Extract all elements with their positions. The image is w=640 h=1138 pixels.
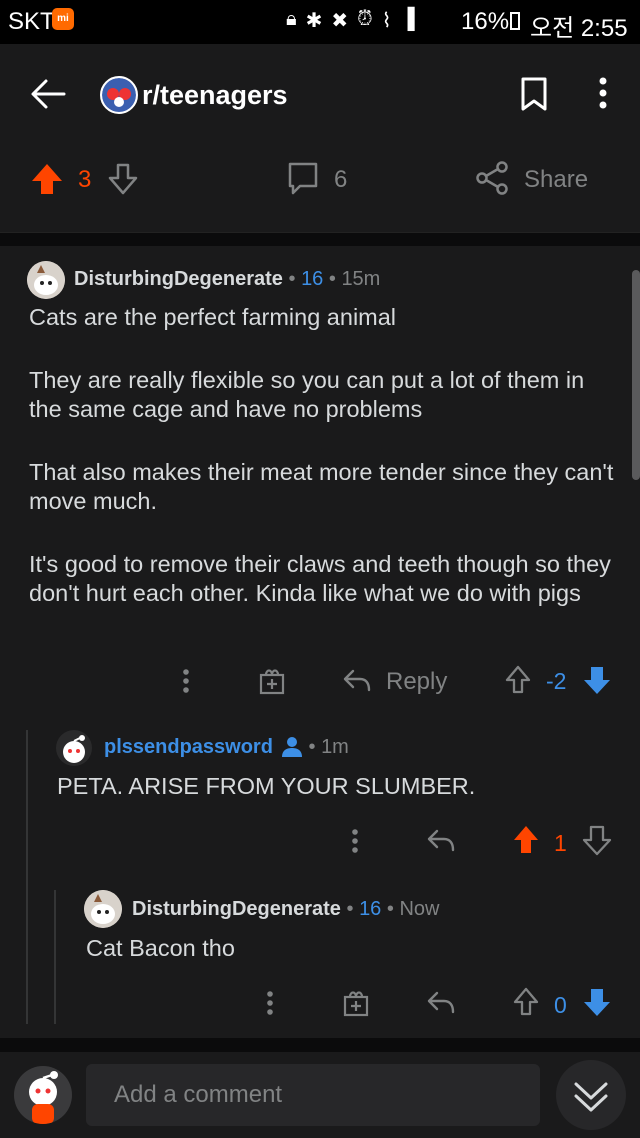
- status-bar: SKT mi 🔒︎ ✱ ✖ ⏰︎ ⌇ ▐ 16% 오전 2:55: [0, 0, 640, 44]
- upvote-icon[interactable]: [504, 664, 532, 696]
- lock-icon: 🔒︎: [286, 8, 297, 30]
- comment-input[interactable]: Add a comment: [86, 1064, 540, 1126]
- comment-paragraph: That also makes their meat more tender s…: [29, 458, 614, 515]
- alarm-icon: ⏰︎: [357, 8, 373, 30]
- comment-body: Cats are the perfect farming animal They…: [29, 303, 621, 642]
- user-flair: 16: [301, 268, 324, 290]
- reply-icon[interactable]: [426, 828, 456, 854]
- comment-paragraph: They are really flexible so you can put …: [29, 366, 585, 423]
- upvote-icon[interactable]: [512, 986, 540, 1018]
- app-header: r/teenagers: [0, 44, 640, 146]
- comment-score: -2: [546, 668, 567, 694]
- battery-icon: [510, 12, 520, 30]
- comment-bar: Add a comment: [0, 1052, 640, 1138]
- award-icon[interactable]: [258, 666, 286, 696]
- upvote-icon[interactable]: [30, 162, 64, 196]
- more-options-icon[interactable]: [182, 668, 190, 694]
- battery-percent: 16%: [461, 8, 510, 35]
- downvote-icon[interactable]: [582, 986, 612, 1018]
- status-icons: 🔒︎ ✱ ✖ ⏰︎ ⌇ ▐: [286, 8, 415, 33]
- signal-icon: ▐: [400, 8, 415, 30]
- mute-icon: ✖: [331, 10, 349, 32]
- comment-header: DisturbingDegenerate • 16 • 15m: [74, 268, 381, 290]
- mi-app-icon: mi: [52, 8, 74, 30]
- downvote-icon[interactable]: [106, 162, 140, 196]
- collapse-comments-button[interactable]: [556, 1060, 626, 1130]
- avatar[interactable]: [27, 261, 65, 299]
- subreddit-title[interactable]: r/teenagers: [142, 80, 288, 111]
- clock: 오전 2:55: [530, 15, 628, 42]
- share-icon[interactable]: [474, 160, 510, 196]
- post-score: 3: [78, 166, 92, 193]
- wifi-icon: ⌇: [381, 10, 392, 32]
- bluetooth-icon: ✱: [305, 10, 323, 32]
- chevron-double-down-icon: [574, 1082, 608, 1112]
- scrollbar[interactable]: [632, 270, 640, 480]
- avatar[interactable]: [84, 890, 122, 928]
- comment-text: Cat Bacon tho: [86, 935, 235, 961]
- comment-paragraph: It's good to remove their claws and teet…: [29, 550, 611, 607]
- comment-score: 0: [554, 992, 567, 1018]
- carrier-label: SKT: [8, 8, 55, 35]
- share-button[interactable]: Share: [524, 166, 588, 194]
- avatar[interactable]: [56, 730, 92, 766]
- comment-thread: DisturbingDegenerate • 16 • 15m Cats are…: [0, 246, 640, 1038]
- comment-header: plssendpassword • 1m: [104, 736, 349, 758]
- more-vertical-icon[interactable]: [598, 76, 608, 110]
- subreddit-avatar[interactable]: [100, 76, 138, 114]
- comment-body: PETA. ARISE FROM YOUR SLUMBER.: [57, 772, 617, 802]
- more-options-icon[interactable]: [266, 990, 274, 1016]
- comment-score: 1: [554, 830, 567, 856]
- user-flair: 16: [359, 898, 382, 920]
- reply-icon[interactable]: [342, 668, 372, 694]
- comment-header: DisturbingDegenerate • 16 • Now: [132, 898, 440, 920]
- comment-author[interactable]: plssendpassword: [104, 736, 273, 758]
- comment-text: PETA. ARISE FROM YOUR SLUMBER.: [57, 773, 476, 799]
- comment-author[interactable]: DisturbingDegenerate: [132, 898, 341, 920]
- reply-icon[interactable]: [426, 990, 456, 1016]
- reply-button[interactable]: Reply: [386, 668, 447, 696]
- comment-paragraph: Cats are the perfect farming animal: [29, 304, 397, 330]
- thread-line[interactable]: [26, 730, 28, 1024]
- comment-time: 1m: [321, 736, 349, 758]
- bookmark-icon[interactable]: [520, 76, 548, 112]
- award-icon[interactable]: [342, 988, 370, 1018]
- comment-author[interactable]: DisturbingDegenerate: [74, 268, 283, 290]
- post-action-bar: 3 6 Share: [0, 146, 640, 233]
- comment-body: Cat Bacon tho: [86, 934, 616, 964]
- comment-bubble-icon[interactable]: [286, 160, 320, 196]
- upvote-icon[interactable]: [512, 824, 540, 856]
- more-options-icon[interactable]: [351, 828, 359, 854]
- thread-line[interactable]: [54, 890, 56, 1024]
- op-user-icon: [280, 736, 304, 758]
- downvote-icon[interactable]: [582, 824, 612, 856]
- downvote-icon[interactable]: [582, 664, 612, 696]
- comment-time: 15m: [341, 268, 381, 290]
- avatar[interactable]: [14, 1066, 72, 1124]
- comment-time: Now: [399, 898, 440, 920]
- comment-count[interactable]: 6: [334, 166, 347, 194]
- back-arrow-icon[interactable]: [30, 78, 66, 110]
